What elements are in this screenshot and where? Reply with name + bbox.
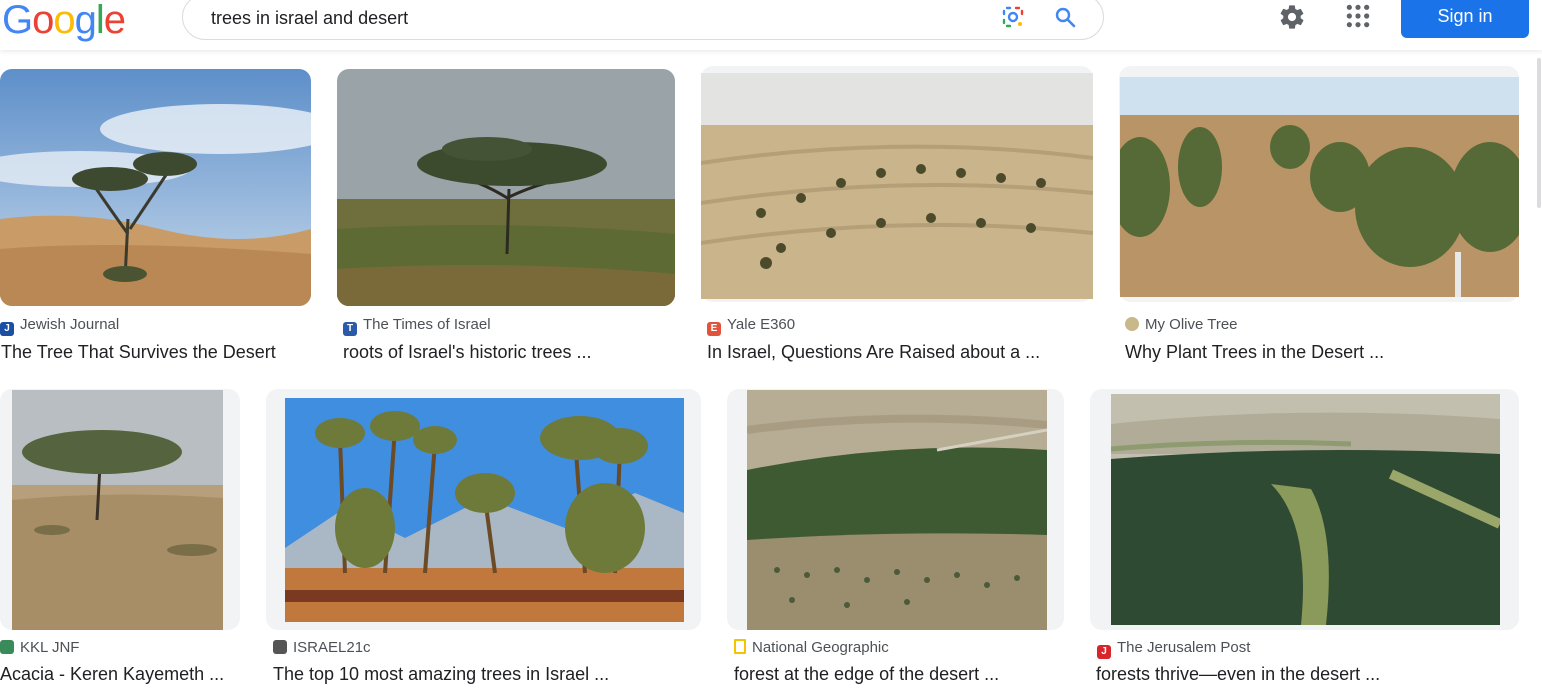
favicon: J [0, 322, 14, 336]
result-image[interactable] [1111, 394, 1500, 625]
favicon [734, 639, 746, 654]
logo-letter: l [95, 0, 105, 42]
acacia-photo [12, 390, 223, 630]
source-name: The Times of Israel [363, 316, 491, 333]
result-source[interactable]: J The Jerusalem Post [1097, 638, 1251, 659]
desert-tree-photo [0, 69, 311, 306]
favicon: J [1097, 645, 1111, 659]
result-title[interactable]: Acacia - Keren Kayemeth ... [0, 662, 240, 686]
desert-plantation-photo [701, 73, 1093, 299]
logo-letter: e [103, 0, 126, 42]
result-title[interactable]: forests thrive—even in the desert ... [1096, 662, 1519, 686]
result-image[interactable] [12, 390, 223, 630]
palm-trees-photo [285, 398, 684, 622]
acacia-tree-photo [337, 69, 675, 306]
source-name: National Geographic [752, 639, 889, 656]
result-title[interactable]: forest at the edge of the desert ... [734, 662, 1064, 686]
source-name: KKL JNF [20, 639, 80, 656]
result-source[interactable]: KKL JNF [0, 638, 79, 658]
logo-letter: o [32, 0, 54, 42]
result-source[interactable]: ISRAEL21c [273, 638, 371, 658]
source-name: Jewish Journal [20, 316, 120, 333]
result-title[interactable]: roots of Israel's historic trees ... [343, 340, 673, 364]
result-image[interactable] [701, 73, 1093, 299]
search-icon[interactable] [1053, 5, 1077, 29]
scrollbar-thumb[interactable] [1537, 58, 1541, 208]
source-name: My Olive Tree [1145, 316, 1238, 333]
result-title[interactable]: Why Plant Trees in the Desert ... [1125, 340, 1519, 364]
result-source[interactable]: T The Times of Israel [343, 315, 491, 336]
favicon [273, 640, 287, 654]
logo-letter: o [53, 0, 75, 42]
forest-aerial-photo [1111, 394, 1500, 625]
result-image[interactable] [747, 390, 1047, 630]
result-title[interactable]: The Tree That Survives the Desert [1, 340, 301, 364]
forest-edge-photo [747, 390, 1047, 630]
favicon: E [707, 322, 721, 336]
logo-letter: G [2, 0, 33, 42]
favicon: T [343, 322, 357, 336]
result-source[interactable]: National Geographic [734, 638, 889, 658]
logo-letter: g [74, 0, 97, 42]
search-input[interactable] [209, 5, 973, 31]
source-name: Yale E360 [727, 316, 796, 333]
sign-in-button[interactable]: Sign in [1401, 0, 1529, 38]
result-source[interactable]: My Olive Tree [1125, 315, 1238, 335]
result-image[interactable] [1120, 77, 1519, 297]
apps-grid-icon[interactable] [1345, 3, 1371, 29]
result-source[interactable]: E Yale E360 [707, 315, 796, 336]
search-box [182, 0, 1104, 40]
favicon [1125, 317, 1139, 331]
source-name: The Jerusalem Post [1117, 639, 1251, 656]
olive-grove-photo [1120, 77, 1519, 297]
result-title[interactable]: The top 10 most amazing trees in Israel … [273, 662, 701, 686]
google-lens-icon[interactable] [1001, 5, 1025, 29]
result-source[interactable]: J Jewish Journal [0, 315, 120, 336]
result-image[interactable] [285, 398, 684, 622]
top-bar: Google Sign in [0, 0, 1542, 50]
google-logo[interactable]: Google [2, 0, 126, 43]
result-title[interactable]: In Israel, Questions Are Raised about a … [707, 340, 1093, 364]
result-image[interactable] [337, 69, 675, 306]
source-name: ISRAEL21c [293, 639, 371, 656]
gear-icon[interactable] [1278, 3, 1306, 31]
favicon [0, 640, 14, 654]
result-image[interactable] [0, 69, 311, 306]
